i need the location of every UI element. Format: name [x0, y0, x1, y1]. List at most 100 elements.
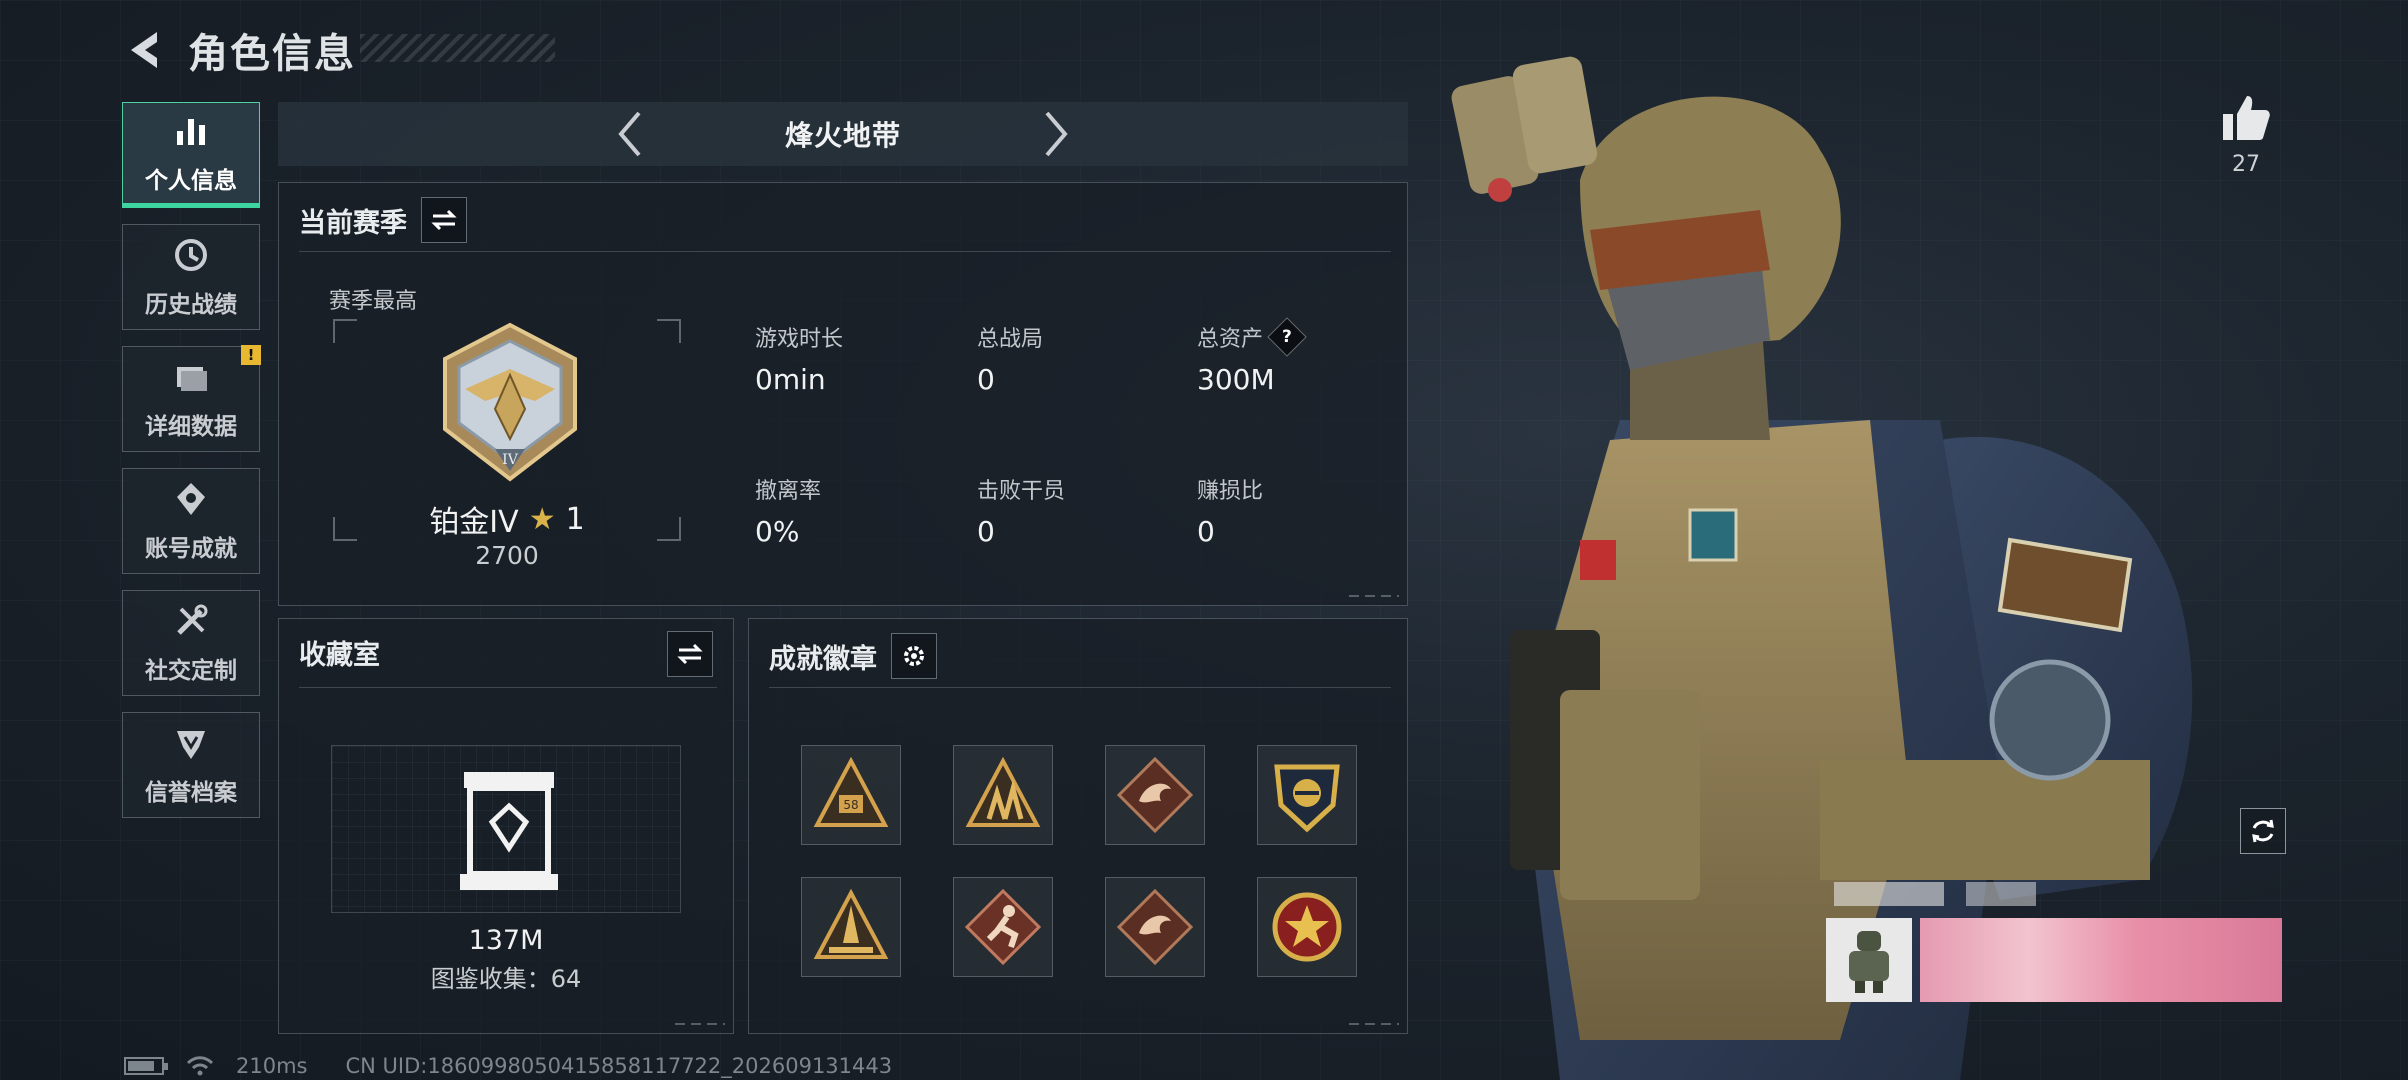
- sidebar-item-label: 社交定制: [145, 658, 237, 684]
- thumbs-up-icon: [2223, 96, 2270, 140]
- stat-play-time: 游戏时长 0min: [755, 321, 843, 396]
- stat-value: 0: [1197, 515, 1215, 548]
- tools-icon: [171, 601, 211, 645]
- help-icon[interactable]: ?: [1267, 317, 1307, 357]
- avatar: [1826, 918, 1912, 1002]
- gear-icon: [904, 646, 924, 666]
- stat-label: 总资产: [1197, 327, 1264, 352]
- badge-runner-diamond[interactable]: [953, 877, 1053, 977]
- sidebar-item-history[interactable]: 历史战绩: [122, 224, 260, 330]
- swap-icon: [677, 643, 703, 665]
- name-card-banner: [1920, 918, 2282, 1002]
- badge-shield-gold[interactable]: [1257, 745, 1357, 845]
- stat-label: 赚损比: [1197, 479, 1264, 504]
- rank-score: 2700: [475, 541, 539, 570]
- platinum-rank-emblem-icon: IV: [443, 322, 577, 482]
- uid-text: CN UID:1860998050415858117722_2026091314…: [345, 1054, 893, 1078]
- season-switch-button[interactable]: [421, 197, 467, 243]
- wifi-icon: [186, 1056, 214, 1076]
- corner-decoration: [1349, 595, 1399, 597]
- player-name-plate[interactable]: [1826, 878, 2288, 1002]
- collection-panel[interactable]: 收藏室 137M 图鉴收集：64: [278, 618, 734, 1034]
- mode-prev-button[interactable]: [605, 104, 655, 164]
- stat-total-matches: 总战局 0: [977, 321, 1043, 396]
- swap-icon: [431, 209, 457, 231]
- achievements-title: 成就徽章: [769, 643, 877, 675]
- divider: [769, 687, 1391, 688]
- stat-label: 总战局: [977, 327, 1044, 352]
- divider: [299, 251, 1391, 252]
- back-button[interactable]: [118, 25, 168, 75]
- rank-frame: IV 铂金IV ★ 1 2700: [333, 319, 681, 570]
- collection-count: 图鉴收集：64: [430, 965, 582, 993]
- badge-dragon-diamond[interactable]: [1105, 745, 1205, 845]
- battery-icon: [124, 1057, 168, 1075]
- shield-gold-badge-icon: [1274, 764, 1340, 833]
- collection-display: [331, 745, 681, 913]
- sidebar-item-achievements[interactable]: 账号成就: [122, 468, 260, 574]
- chevron-right-icon: [1045, 111, 1068, 157]
- sidebar-item-label: 个人信息: [145, 168, 237, 194]
- page-title: 角色信息: [188, 31, 356, 77]
- rank-stars: 1: [565, 501, 585, 537]
- vault-icon: [460, 772, 558, 890]
- collection-value: 137M: [468, 925, 544, 956]
- sidebar: 个人信息 历史战绩 ! 详细数据 账号成就 社交定制 信誉档案: [122, 102, 261, 834]
- folder-icon: [171, 357, 211, 401]
- player-tag-redacted: [1966, 882, 2036, 906]
- stat-profit-loss-ratio: 赚损比 0: [1197, 473, 1263, 548]
- reputation-icon: [171, 723, 211, 767]
- dragon-diamond-badge-icon: [1116, 888, 1194, 966]
- badge-dragon-diamond-2[interactable]: [1105, 877, 1205, 977]
- sidebar-item-label: 账号成就: [145, 536, 237, 562]
- stat-total-assets: 总资产 ? 300M: [1197, 317, 1307, 396]
- svg-text:IV: IV: [502, 452, 519, 468]
- stat-label: 游戏时长: [755, 327, 844, 352]
- star-round-badge-icon: [1272, 892, 1342, 962]
- mode-next-button[interactable]: [1031, 104, 1081, 164]
- ping-value: 210ms: [236, 1054, 308, 1078]
- stat-operators-defeated: 击败干员 0: [977, 473, 1065, 548]
- badge-triangle-58[interactable]: 58: [801, 745, 901, 845]
- page-header: 角色信息: [118, 20, 356, 80]
- stat-value: 300M: [1197, 363, 1275, 396]
- player-name-redacted: [1834, 882, 1944, 906]
- stat-value: 0: [977, 515, 995, 548]
- history-icon: [171, 235, 211, 279]
- refresh-icon: [2252, 819, 2274, 843]
- collection-switch-button[interactable]: [667, 631, 713, 677]
- mode-selector: 烽火地带: [278, 102, 1408, 166]
- stat-label: 击败干员: [977, 479, 1066, 504]
- badge-grid: 58: [801, 745, 1357, 977]
- achievement-icon: [171, 479, 211, 523]
- rotate-model-button[interactable]: [2240, 808, 2286, 854]
- like-button[interactable]: 27: [2214, 94, 2278, 177]
- mode-title: 烽火地带: [784, 119, 901, 152]
- triangle-soldiers-badge-icon: [965, 756, 1041, 827]
- sidebar-item-reputation[interactable]: 信誉档案: [122, 712, 260, 818]
- dragon-diamond-badge-icon: [1116, 756, 1194, 834]
- season-title: 当前赛季: [299, 207, 407, 239]
- sidebar-item-label: 历史战绩: [145, 292, 237, 318]
- sidebar-item-label: 详细数据: [145, 414, 237, 440]
- alert-badge: !: [241, 345, 261, 365]
- status-footer: 210ms CN UID:1860998050415858117722_2026…: [124, 1054, 892, 1078]
- avatar-figure-icon: [1849, 931, 1889, 993]
- corner-decoration: [1349, 1023, 1399, 1025]
- badge-triangle-soldiers[interactable]: [953, 745, 1053, 845]
- achievements-settings-button[interactable]: [891, 633, 937, 679]
- achievements-panel: 成就徽章 58: [748, 618, 1408, 1034]
- badge-star-round[interactable]: [1257, 877, 1357, 977]
- stat-value: 0min: [755, 363, 826, 396]
- stat-label: 撤离率: [755, 479, 822, 504]
- sidebar-item-social[interactable]: 社交定制: [122, 590, 260, 696]
- title-decoration: [360, 34, 555, 62]
- stat-value: 0%: [755, 515, 800, 548]
- back-arrow-icon: [131, 32, 157, 68]
- sidebar-item-personal-info[interactable]: 个人信息: [122, 102, 260, 208]
- badge-rocket-triangle[interactable]: [801, 877, 901, 977]
- rank-name-row: 铂金IV ★ 1: [333, 497, 681, 541]
- bar-chart-icon: [171, 111, 211, 155]
- chevron-left-icon: [618, 111, 641, 157]
- sidebar-item-detailed-data[interactable]: ! 详细数据: [122, 345, 261, 452]
